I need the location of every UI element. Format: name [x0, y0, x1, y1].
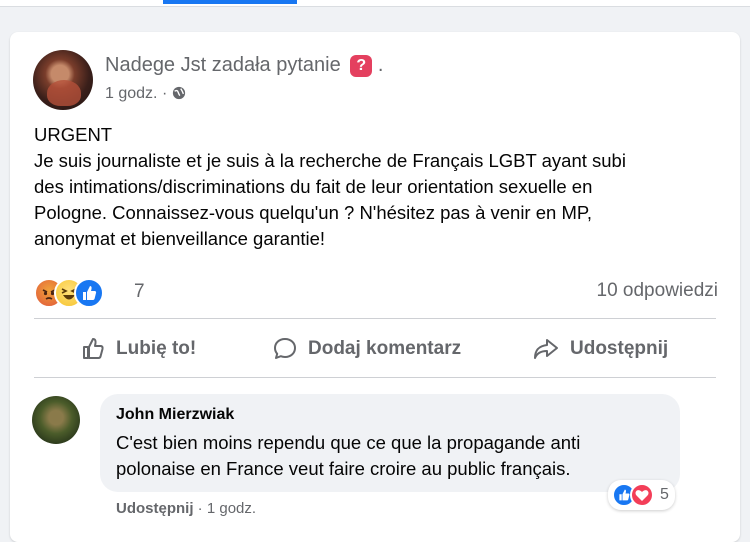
post-text-line: URGENT [34, 124, 113, 145]
like-button[interactable]: Lubię to! [80, 329, 196, 369]
footer-separator: · [197, 500, 203, 517]
post-text-line: des intimations/discriminations du fait … [34, 176, 593, 197]
meta-separator: · [161, 85, 168, 102]
comment-share-link[interactable]: Udostępnij [116, 500, 194, 517]
comment-text-line: polonaise en France veut faire croire au… [116, 458, 571, 479]
post-meta: 1 godz. · [105, 85, 186, 103]
answers-count[interactable]: 10 odpowiedzi [597, 280, 718, 302]
comment-footer: Udostępnij · 1 godz. [116, 500, 256, 517]
comment-text-line: C'est bien moins rependu que ce que la p… [116, 432, 581, 453]
comment-bubble: John Mierzwiak C'est bien moins rependu … [100, 394, 680, 492]
comment-author[interactable]: John Mierzwiak [116, 406, 234, 424]
post-card: Nadege Jst zadała pytanie ? . 1 godz. · … [10, 32, 740, 542]
share-button[interactable]: Udostępnij [532, 329, 668, 369]
active-tab-indicator [163, 0, 297, 4]
post-text-line: Pologne. Connaissez-vous quelqu'un ? N'h… [34, 202, 592, 223]
share-label: Udostępnij [570, 338, 669, 359]
comment-icon [274, 338, 296, 359]
reaction-count[interactable]: 7 [134, 281, 145, 303]
like-label: Lubię to! [116, 338, 197, 359]
comment-text: C'est bien moins rependu que ce que la p… [116, 430, 666, 482]
post-time[interactable]: 1 godz. [105, 85, 157, 102]
author-action: zadała pytanie [211, 54, 341, 76]
divider [34, 318, 716, 319]
globe-icon[interactable] [172, 86, 186, 100]
share-icon [534, 339, 558, 359]
love-icon [630, 483, 654, 507]
comment-reaction-count: 5 [660, 486, 669, 503]
author-avatar[interactable] [33, 50, 93, 110]
post-header: Nadege Jst zadała pytanie ? . [105, 54, 383, 77]
question-icon: ? [350, 55, 373, 77]
comment-time[interactable]: 1 godz. [207, 500, 256, 517]
divider [34, 377, 716, 378]
post-text-line: Je suis journaliste et je suis à la rech… [34, 150, 626, 171]
author-name[interactable]: Nadege Jst [105, 54, 206, 76]
post-body: URGENT Je suis journaliste et je suis à … [34, 122, 724, 252]
comment-label: Dodaj komentarz [308, 338, 462, 359]
post-text-line: anonymat et bienveillance garantie! [34, 228, 326, 249]
thumbs-up-icon [83, 338, 104, 359]
comment-reactions[interactable]: 5 [608, 480, 675, 510]
like-icon [74, 278, 104, 308]
header-trailing-dot: . [377, 54, 384, 76]
commenter-avatar[interactable] [32, 396, 80, 444]
top-strip [0, 0, 750, 7]
comment-button[interactable]: Dodaj komentarz [272, 329, 461, 369]
